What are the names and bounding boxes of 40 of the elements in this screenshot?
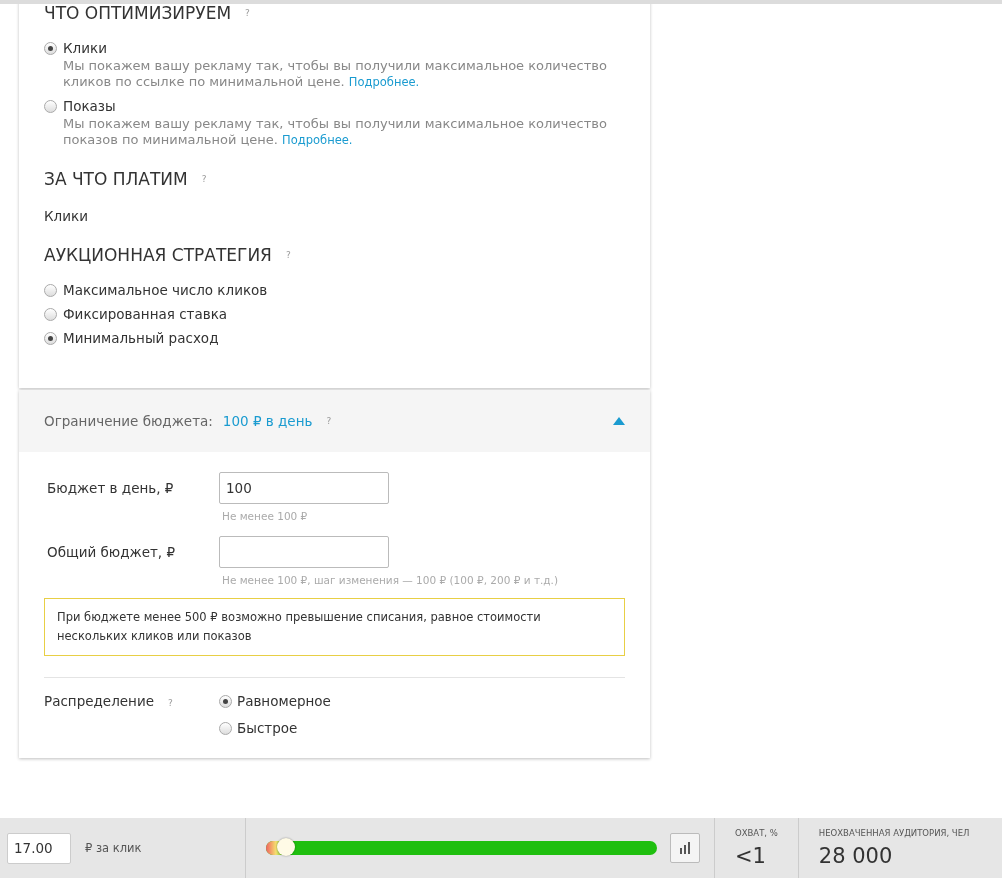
section-title: АУКЦИОННАЯ СТРАТЕГИЯ (44, 245, 272, 265)
option-label[interactable]: Минимальный расход (63, 330, 219, 346)
collapse-icon[interactable] (613, 417, 625, 425)
radio-button[interactable] (44, 283, 57, 297)
option-label[interactable]: Максимальное число кликов (63, 282, 268, 298)
stat-value: <1 (735, 844, 767, 868)
bid-unit: ₽ за клик (85, 841, 142, 855)
radio-button[interactable] (44, 307, 57, 321)
section-title: ЗА ЧТО ПЛАТИМ (44, 169, 188, 189)
option-label[interactable]: Быстрое (237, 720, 298, 736)
field-value: Клики (44, 208, 89, 224)
field-hint: Не менее 100 ₽ (222, 510, 309, 522)
field-label: Общий бюджет, ₽ (46, 543, 177, 562)
stat-label: ОХВАТ, % (735, 828, 778, 838)
warning-note: При бюджете менее 500 ₽ возможно превышение списания, равное стоимости нескольких кликов или показов (44, 598, 625, 656)
option-description: Мы покажем вашу рекламу так, чтобы вы получили максимальное количество кликов по ссылке по минимальной цене. Подробнее. (63, 58, 608, 90)
option-label[interactable]: Показы (63, 98, 116, 114)
field-label: Распределение (44, 693, 155, 709)
option-label[interactable]: Клики (63, 40, 107, 56)
section-title: ЧТО ОПТИМИЗИРУЕМ (44, 4, 232, 23)
radio-button[interactable] (44, 41, 57, 55)
budget-label: Ограничение бюджета: (44, 413, 213, 429)
field-label: Бюджет в день, ₽ (46, 479, 175, 498)
bid-slider[interactable] (266, 841, 657, 855)
stat-label: НЕОХВАЧЕННАЯ АУДИТОРИЯ, ЧЕЛ (818, 828, 970, 838)
slider-thumb[interactable] (276, 838, 295, 856)
radio-button[interactable] (219, 721, 232, 735)
option-label[interactable]: Равномерное (237, 693, 331, 709)
radio-button[interactable] (44, 99, 57, 113)
option-label[interactable]: Фиксированная ставка (63, 306, 228, 322)
radio-button[interactable] (219, 694, 232, 708)
budget-input[interactable] (219, 536, 389, 568)
field-hint: Не менее 100 ₽, шаг изменения — 100 ₽ (100 ₽, 200 ₽ и т.д.) (222, 574, 560, 586)
budget-input[interactable]: 100 (219, 472, 389, 504)
stat-value: 28 000 (818, 844, 894, 868)
bid-input[interactable]: 17.00 (7, 832, 71, 864)
bar-chart-icon (679, 842, 691, 854)
option-description: Мы покажем вашу рекламу так, чтобы вы получили максимальное количество показов по минимальной цене. Подробнее. (63, 116, 608, 148)
chart-button[interactable] (670, 833, 700, 863)
radio-button[interactable] (44, 331, 57, 345)
